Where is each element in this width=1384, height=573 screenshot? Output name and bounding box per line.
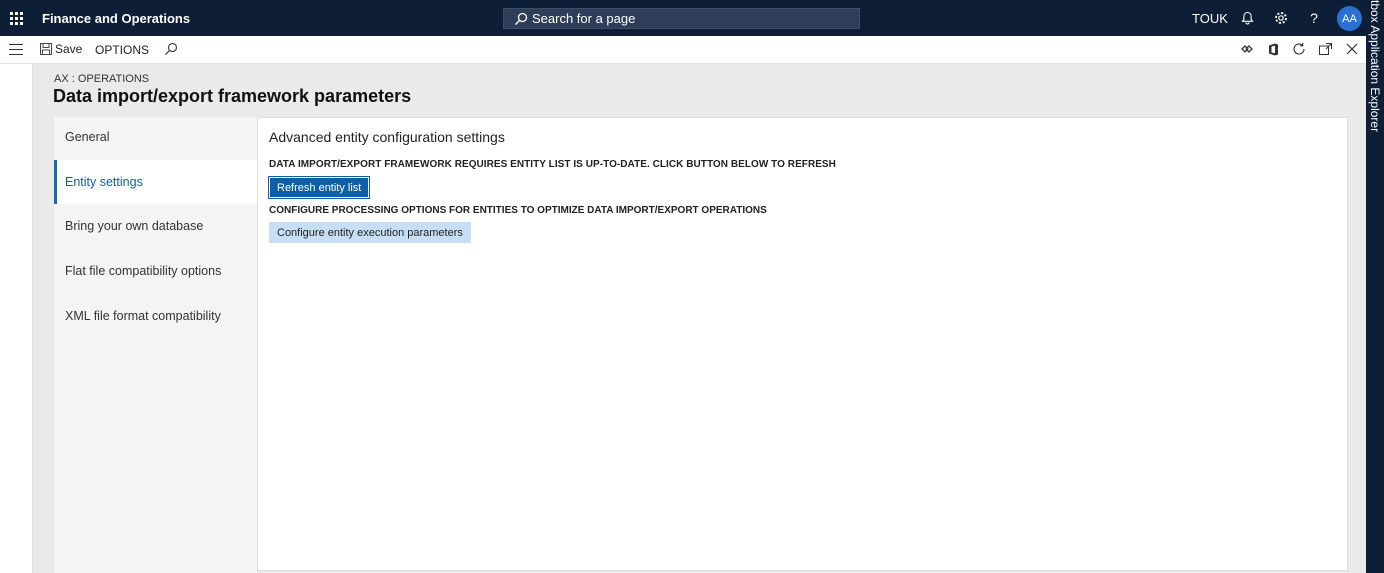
popout-icon[interactable] bbox=[1318, 42, 1332, 56]
nav-item-flat-file-compatibility[interactable]: Flat file compatibility options bbox=[54, 251, 257, 291]
navigation-rail bbox=[0, 64, 33, 573]
nav-item-label: General bbox=[65, 130, 110, 144]
top-nav-bar: Finance and Operations Search for a page… bbox=[0, 0, 1366, 36]
help-icon[interactable]: ? bbox=[1306, 10, 1322, 26]
nav-item-label: XML file format compatibility bbox=[65, 309, 221, 323]
waffle-icon[interactable] bbox=[10, 12, 24, 26]
nav-item-label: Entity settings bbox=[65, 175, 143, 189]
workspace: AX : OPERATIONS Data import/export frame… bbox=[34, 64, 1366, 573]
section-title: Advanced entity configuration settings bbox=[269, 129, 505, 145]
action-pane: Save OPTIONS bbox=[0, 36, 1366, 64]
entity-settings-panel: Advanced entity configuration settings D… bbox=[257, 117, 1348, 571]
settings-nav-list: General Entity settings Bring your own d… bbox=[54, 117, 257, 573]
bell-icon[interactable] bbox=[1239, 10, 1255, 26]
nav-item-bring-your-own-database[interactable]: Bring your own database bbox=[54, 206, 257, 246]
connector-icon[interactable] bbox=[1240, 42, 1254, 56]
hamburger-icon[interactable] bbox=[9, 44, 23, 55]
configure-instruction-label: CONFIGURE PROCESSING OPTIONS FOR ENTITIE… bbox=[269, 205, 767, 216]
office-icon[interactable] bbox=[1266, 42, 1280, 56]
search-icon[interactable] bbox=[164, 42, 178, 59]
nav-item-label: Flat file compatibility options bbox=[65, 264, 222, 278]
app-title[interactable]: Finance and Operations bbox=[42, 11, 190, 26]
gear-icon[interactable] bbox=[1273, 10, 1289, 26]
close-icon[interactable] bbox=[1345, 42, 1359, 56]
application-explorer-label[interactable]: tbox Application Explorer bbox=[1368, 0, 1382, 132]
search-placeholder: Search for a page bbox=[532, 11, 636, 26]
application-explorer-panel[interactable]: tbox Application Explorer bbox=[1366, 0, 1384, 573]
nav-item-label: Bring your own database bbox=[65, 219, 204, 233]
breadcrumb: AX : OPERATIONS bbox=[54, 73, 150, 85]
refresh-instruction-label: DATA IMPORT/EXPORT FRAMEWORK REQUIRES EN… bbox=[269, 159, 836, 170]
save-icon bbox=[40, 43, 52, 55]
refresh-entity-list-button[interactable]: Refresh entity list bbox=[267, 176, 371, 199]
search-icon bbox=[515, 12, 528, 25]
nav-item-entity-settings[interactable]: Entity settings bbox=[54, 160, 257, 204]
nav-item-xml-file-format[interactable]: XML file format compatibility bbox=[54, 296, 257, 336]
configure-entity-execution-button[interactable]: Configure entity execution parameters bbox=[269, 222, 471, 243]
options-button[interactable]: OPTIONS bbox=[95, 43, 149, 57]
nav-item-general[interactable]: General bbox=[54, 117, 257, 157]
refresh-icon[interactable] bbox=[1292, 42, 1306, 56]
page-title: Data import/export framework parameters bbox=[53, 86, 412, 106]
company-picker[interactable]: TOUK bbox=[1192, 11, 1228, 26]
save-label: Save bbox=[55, 42, 83, 56]
user-avatar[interactable]: AA bbox=[1337, 6, 1362, 31]
save-button[interactable]: Save bbox=[40, 42, 82, 56]
global-search-input[interactable]: Search for a page bbox=[503, 8, 860, 29]
